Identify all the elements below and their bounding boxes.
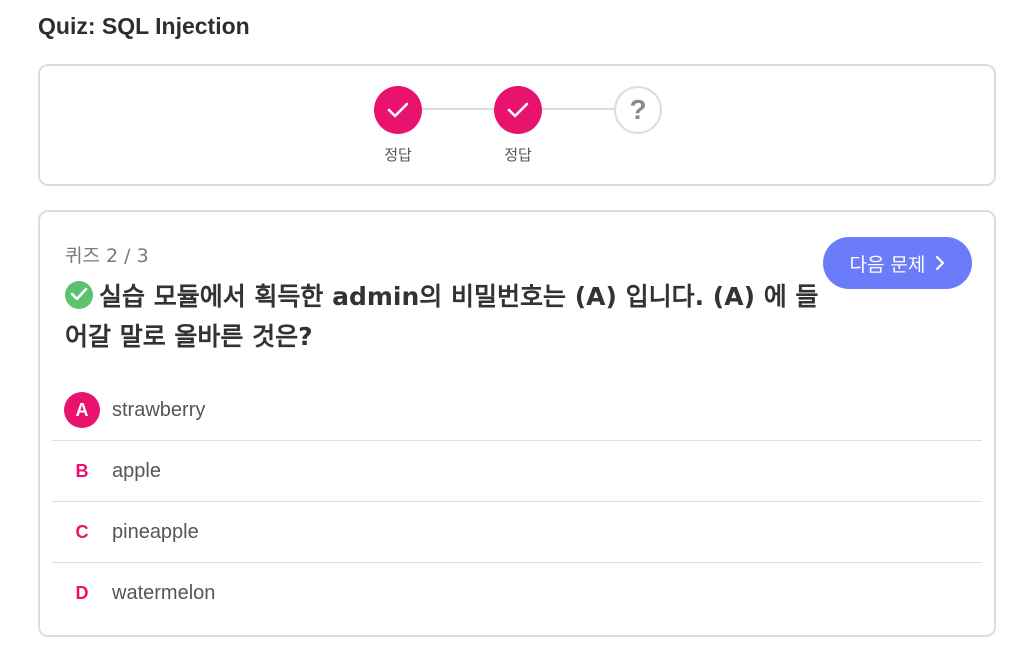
- step-1-label: 정답: [384, 146, 412, 164]
- step-2-label: 정답: [504, 146, 532, 164]
- option-letter: A: [64, 392, 100, 428]
- step-1-correct: [374, 86, 422, 134]
- step-connector: [542, 108, 616, 110]
- option-d[interactable]: D watermelon: [52, 563, 982, 624]
- check-icon: [387, 102, 409, 118]
- step-3-pending: ?: [614, 86, 662, 134]
- option-text: apple: [112, 459, 161, 482]
- progress-card: 정답 정답 ?: [38, 64, 996, 186]
- question-text: 실습 모듈에서 획득한 admin의 비밀번호는 (A) 입니다. (A) 에 …: [65, 282, 819, 351]
- quiz-counter: 퀴즈 2 / 3: [65, 245, 149, 267]
- option-letter: D: [75, 583, 89, 603]
- correct-check-icon: [65, 281, 93, 309]
- option-letter: B: [75, 460, 89, 481]
- option-c[interactable]: C pineapple: [52, 502, 982, 563]
- step-2-correct: [494, 86, 542, 134]
- chevron-right-icon: [935, 255, 945, 271]
- step-connector: [422, 108, 496, 110]
- option-text: watermelon: [112, 582, 216, 604]
- question-text-block: 실습 모듈에서 획득한 admin의 비밀번호는 (A) 입니다. (A) 에 …: [65, 277, 825, 357]
- quiz-card: 퀴즈 2 / 3 다음 문제 실습 모듈에서 획득한 admin의 비밀번호는 …: [38, 210, 996, 637]
- next-question-label: 다음 문제: [849, 253, 926, 276]
- option-letter: C: [75, 521, 89, 542]
- page-title: Quiz: SQL Injection: [38, 13, 250, 39]
- option-a[interactable]: A strawberry: [52, 380, 982, 441]
- option-text: pineapple: [112, 520, 199, 543]
- question-mark-icon: ?: [629, 94, 647, 125]
- next-question-button[interactable]: 다음 문제: [823, 237, 972, 289]
- quiz-progress-stepper: 정답 정답 ?: [40, 66, 994, 184]
- answer-options: A strawberry B apple C pineapple D water…: [52, 380, 982, 624]
- option-b[interactable]: B apple: [52, 441, 982, 502]
- option-text: strawberry: [112, 398, 206, 421]
- check-icon: [507, 102, 529, 118]
